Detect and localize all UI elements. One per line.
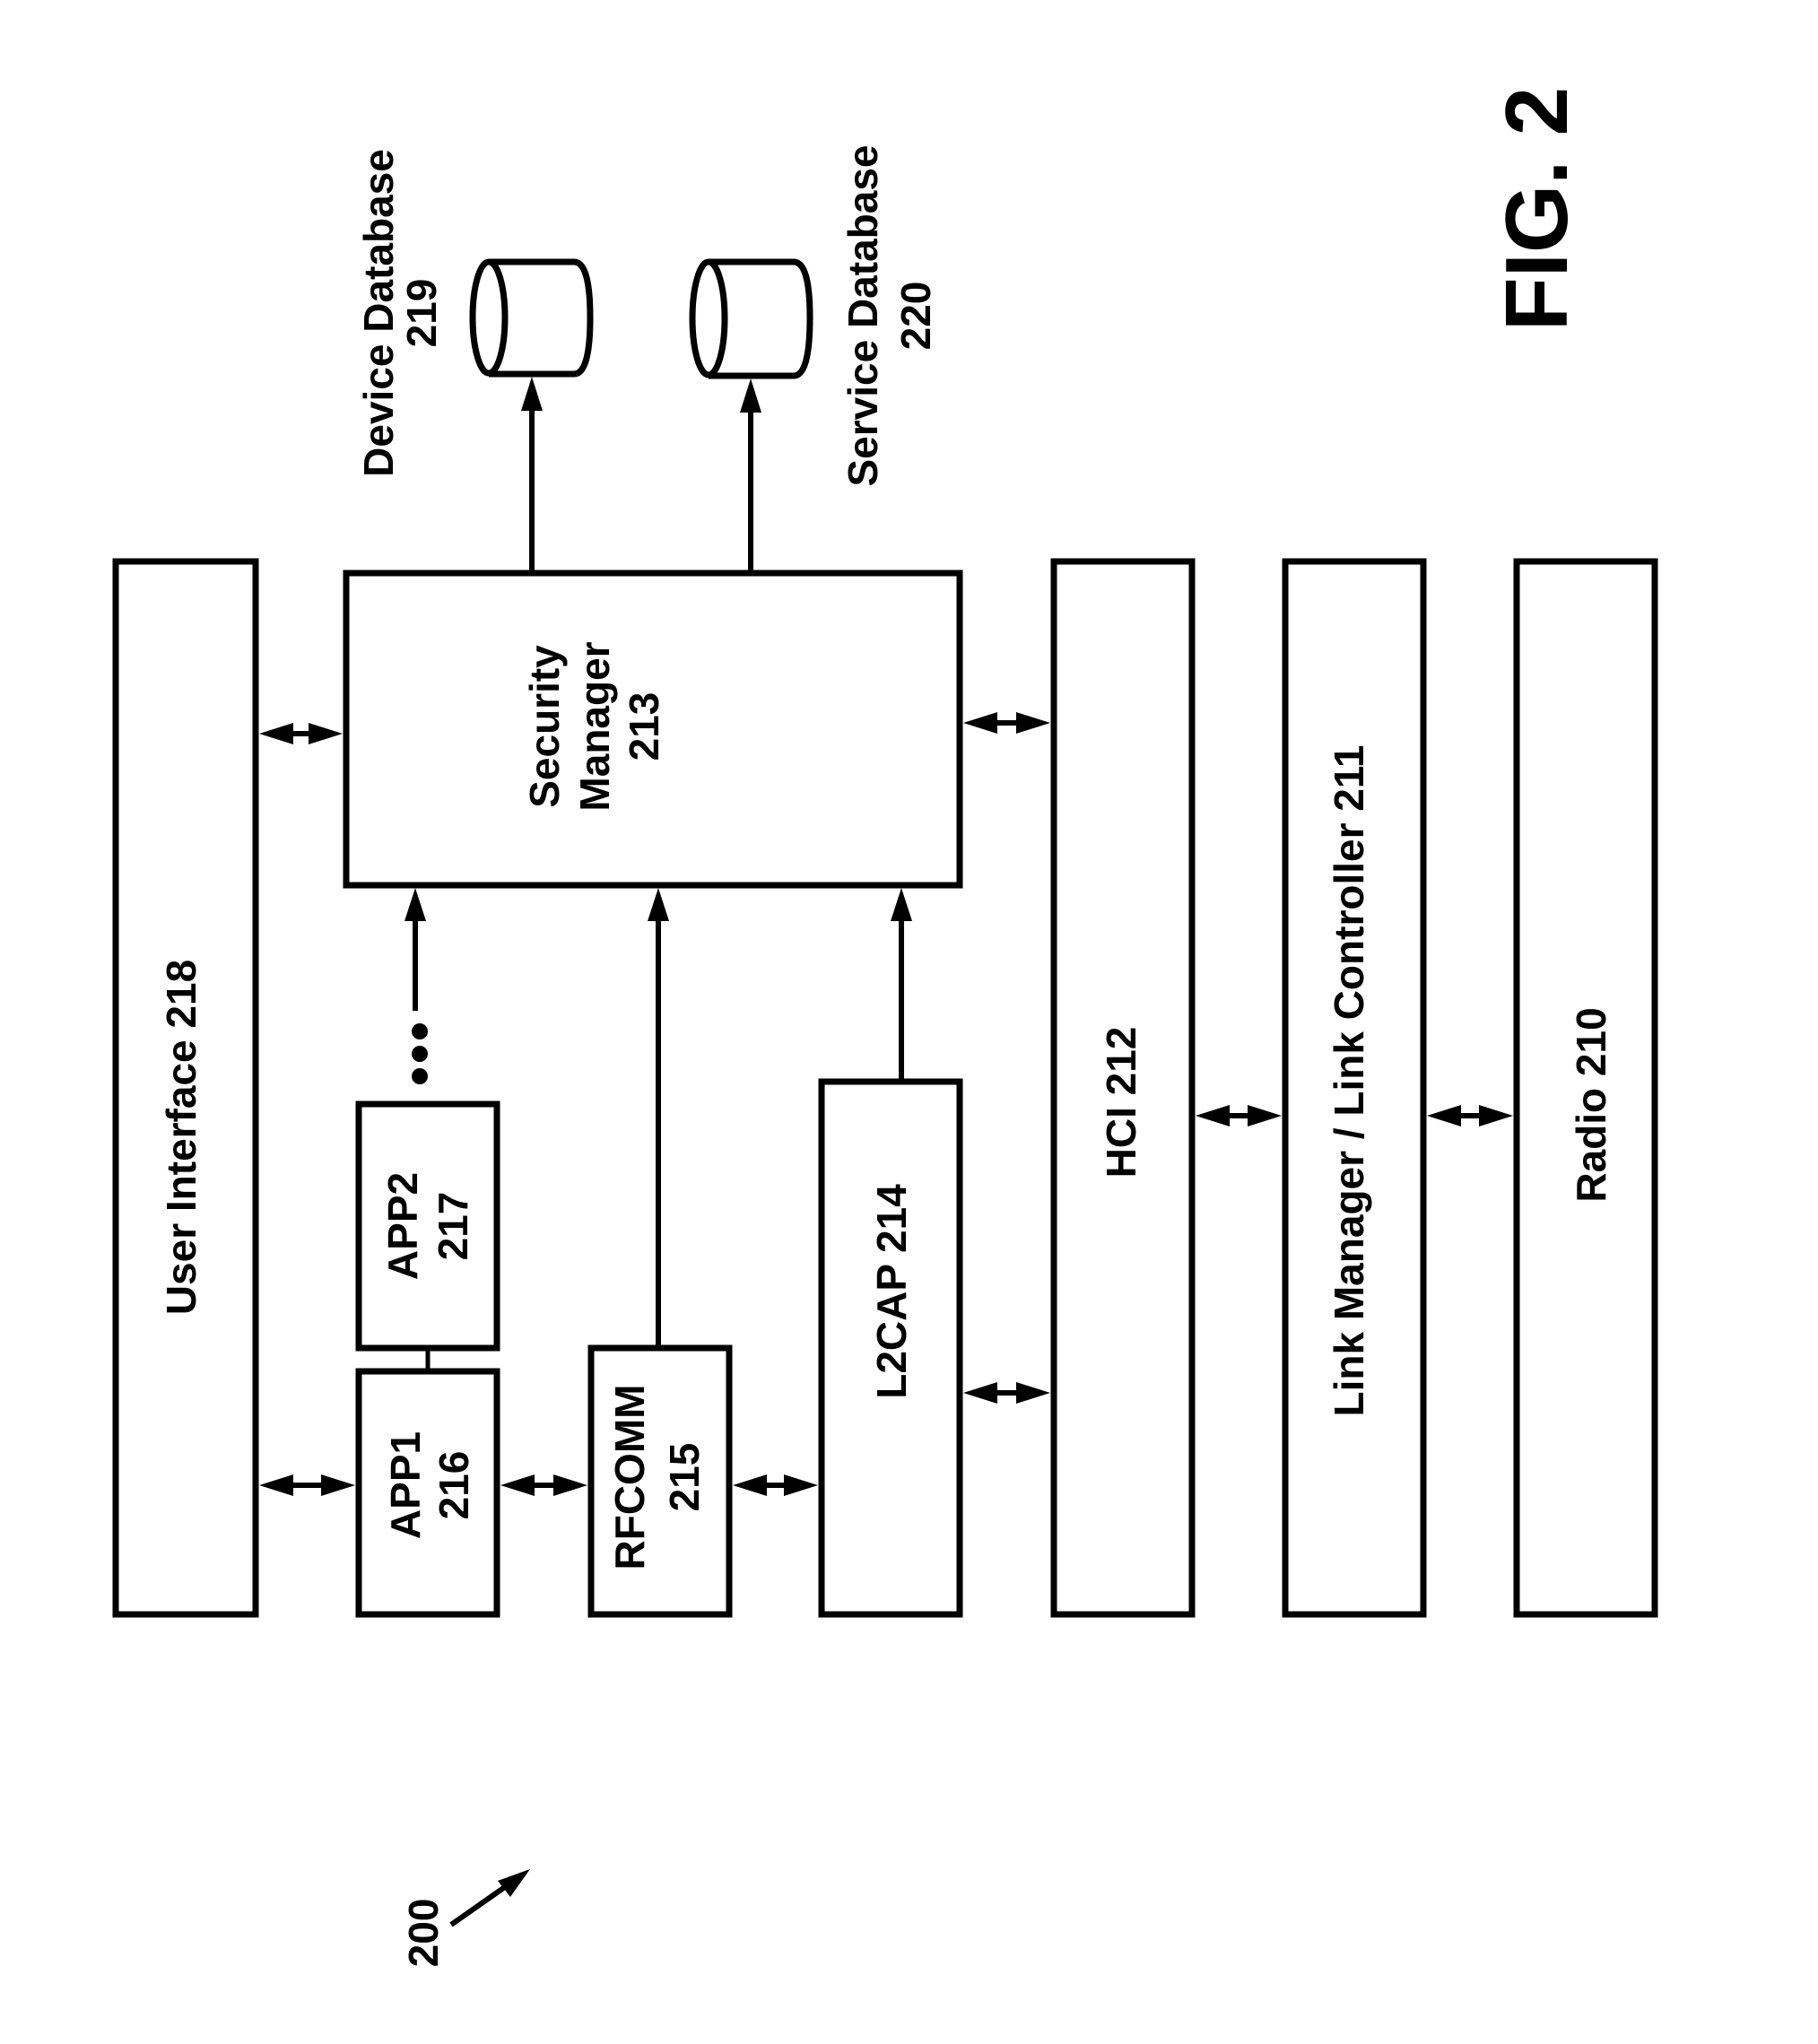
arrow-l2cap-to-sm [891, 888, 912, 1082]
app2-label: APP2 [379, 1172, 426, 1280]
arrowhead-left [1196, 1105, 1230, 1126]
ellipsis-dot-2 [412, 1046, 428, 1062]
arrow-rfcomm-to-sm [648, 888, 669, 1348]
app2-ref: 217 [430, 1192, 476, 1261]
user-interface-label: User Interface 218 [158, 960, 204, 1315]
app1-ref: 216 [431, 1451, 477, 1520]
security-manager-label-line1: Security [521, 645, 568, 808]
device-database-ref: 219 [398, 279, 445, 348]
rfcomm-ref: 215 [661, 1443, 708, 1512]
arrow-lm-radio [1427, 1105, 1513, 1126]
figure-reference-number: 200 [400, 1899, 447, 1968]
arrowhead-right [1248, 1105, 1282, 1126]
security-manager-label-line2: Manager [571, 641, 618, 811]
l2cap-label: L2CAP 214 [868, 1184, 915, 1399]
arrowhead-left [259, 723, 293, 744]
app1-label: APP1 [382, 1431, 429, 1539]
service-database-cylinder-cap [689, 258, 728, 378]
arrowhead-right [1016, 1382, 1050, 1404]
device-database-label: Device Database [355, 149, 402, 477]
arrow-sm-hci [963, 712, 1050, 734]
arrow-hci-lm [1196, 1105, 1282, 1126]
service-database-ref: 220 [892, 282, 939, 351]
arrow-sm-to-device-db [521, 377, 543, 571]
arrowhead-right [553, 1474, 587, 1496]
arrowhead-right [309, 723, 343, 744]
link-manager-label: Link Manager / Link Controller 211 [1326, 745, 1372, 1417]
arrow-app1-rfcomm [500, 1474, 587, 1496]
arrow-ui-app1 [259, 1474, 355, 1496]
service-database [689, 258, 813, 379]
rfcomm-label: RFCOMM [606, 1385, 653, 1570]
arrowhead-right [784, 1474, 818, 1496]
radio-label: Radio 210 [1568, 1007, 1614, 1202]
figure-title: FIG. 2 [1487, 87, 1586, 331]
bluetooth-stack-diagram: Device Database 219 Service Database 220… [112, 87, 1658, 1968]
arrowhead-right [1016, 712, 1050, 734]
arrowhead-right [1479, 1105, 1513, 1126]
arrow-sm-to-service-db [740, 378, 761, 571]
arrowhead-left [733, 1474, 767, 1496]
arrowhead-left [259, 1474, 293, 1496]
reference-arrow [449, 1869, 530, 1927]
device-database [469, 258, 594, 378]
arrow-apps-to-sm [404, 888, 426, 1011]
ellipsis-dot-3 [412, 1068, 428, 1084]
arrow-l2cap-hci [963, 1382, 1050, 1404]
hci-label: HCI 212 [1098, 1027, 1144, 1179]
arrowhead-left [500, 1474, 535, 1496]
service-database-label: Service Database [839, 144, 886, 486]
device-database-cylinder-cap [469, 258, 509, 377]
security-manager-ref: 213 [621, 692, 667, 761]
arrowhead-left [963, 712, 997, 734]
arrowhead-left [963, 1382, 997, 1404]
ellipsis-dot-1 [412, 1023, 428, 1039]
arrowhead-right [321, 1474, 355, 1496]
arrow-rfcomm-l2cap [733, 1474, 818, 1496]
arrow-ui-sm [259, 723, 343, 744]
arrowhead-left [1427, 1105, 1461, 1126]
